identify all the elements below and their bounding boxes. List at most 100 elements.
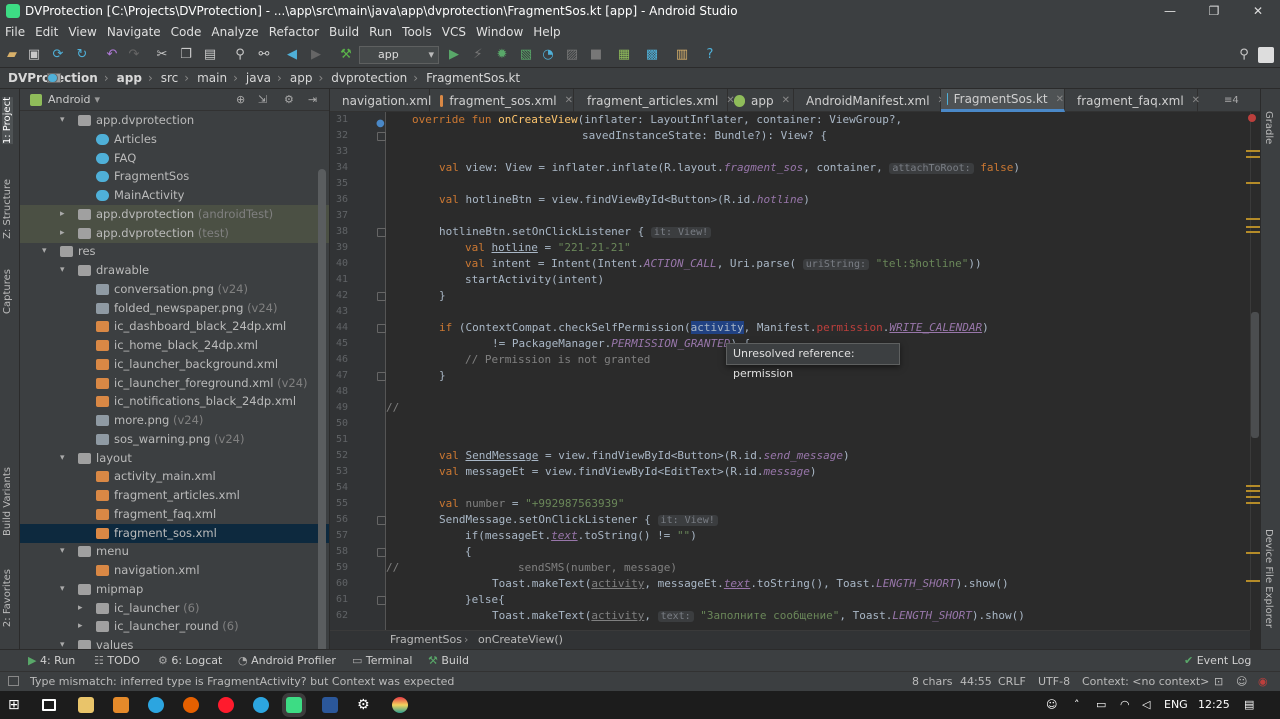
expanded-arrow-icon[interactable]: ▾ bbox=[60, 111, 70, 130]
warning-marker[interactable] bbox=[1246, 485, 1260, 487]
build-tool-tab[interactable]: ⚒ Build bbox=[428, 650, 469, 672]
menu-refactor[interactable]: Refactor bbox=[264, 25, 324, 39]
tray-chevron-icon[interactable]: ˄ bbox=[1074, 691, 1080, 719]
override-gutter-icon[interactable]: ● bbox=[376, 119, 385, 129]
paste-icon[interactable]: ▤ bbox=[202, 47, 218, 63]
tree-file-ic-launcher-foreground[interactable]: ic_launcher_foreground.xml (v24) bbox=[20, 374, 320, 393]
tab-android-manifest[interactable]: AndroidManifest.xml✕ bbox=[794, 89, 946, 112]
sdk-manager-icon[interactable]: ▩ bbox=[644, 47, 660, 63]
minimize-button[interactable]: — bbox=[1148, 0, 1192, 22]
line-number[interactable]: 37 bbox=[330, 210, 348, 221]
structure-tool-tab[interactable]: Z: Structure bbox=[2, 179, 13, 239]
line-number[interactable]: 59 bbox=[330, 562, 348, 573]
android-studio-task-icon[interactable] bbox=[286, 697, 302, 713]
line-number[interactable]: 48 bbox=[330, 386, 348, 397]
warning-marker[interactable] bbox=[1246, 580, 1260, 582]
line-number[interactable]: 36 bbox=[330, 194, 348, 205]
refresh-icon[interactable]: ↻ bbox=[74, 47, 90, 63]
warning-marker[interactable] bbox=[1246, 490, 1260, 492]
opera-icon[interactable] bbox=[218, 697, 234, 713]
expanded-arrow-icon[interactable]: ▾ bbox=[60, 580, 70, 599]
breadcrumb-file[interactable]: FragmentSos.kt bbox=[47, 71, 520, 85]
tree-package-test[interactable]: ▸ app.dvprotection (test) bbox=[20, 223, 329, 243]
line-number[interactable]: 38 bbox=[330, 226, 348, 237]
expanded-arrow-icon[interactable]: ▾ bbox=[60, 261, 70, 280]
line-number[interactable]: 33 bbox=[330, 146, 348, 157]
run-config-select[interactable]: app ▾ bbox=[359, 46, 439, 64]
settings-icon[interactable]: ⚙ bbox=[357, 697, 373, 713]
toggle-tool-windows-icon[interactable] bbox=[8, 676, 19, 686]
warning-marker[interactable] bbox=[1246, 156, 1260, 158]
expanded-arrow-icon[interactable]: ▾ bbox=[60, 542, 70, 561]
fold-marker-icon[interactable] bbox=[377, 228, 386, 237]
tab-navigation-xml[interactable]: navigation.xml bbox=[330, 89, 431, 112]
error-stripe[interactable] bbox=[1246, 112, 1260, 630]
keyboard-language[interactable]: ENG bbox=[1164, 691, 1188, 719]
breadcrumb-main[interactable]: main › bbox=[47, 71, 238, 85]
line-number[interactable]: 49 bbox=[330, 402, 348, 413]
tree-folder-res[interactable]: ▾ res bbox=[20, 242, 320, 261]
collapsed-arrow-icon[interactable]: ▸ bbox=[78, 599, 88, 618]
line-number[interactable]: 55 bbox=[330, 498, 348, 509]
collapse-all-icon[interactable]: ⇲ bbox=[258, 93, 267, 106]
back-icon[interactable]: ◀ bbox=[284, 47, 300, 63]
captures-tool-tab[interactable]: Captures bbox=[2, 269, 13, 314]
maximize-button[interactable]: ❐ bbox=[1192, 0, 1236, 22]
telegram-icon[interactable] bbox=[253, 697, 269, 713]
tab-overflow-button[interactable]: ≡4 bbox=[1218, 89, 1258, 112]
close-icon[interactable]: ✕ bbox=[565, 95, 573, 106]
line-number[interactable]: 40 bbox=[330, 258, 348, 269]
menu-run[interactable]: Run bbox=[364, 25, 397, 39]
app-icon[interactable] bbox=[392, 697, 408, 713]
menu-vcs[interactable]: VCS bbox=[437, 25, 471, 39]
tree-file-activity-main[interactable]: activity_main.xml bbox=[20, 467, 320, 486]
warning-marker[interactable] bbox=[1246, 552, 1260, 554]
warning-marker[interactable] bbox=[1246, 218, 1260, 220]
profile-icon[interactable]: ◔ bbox=[540, 47, 556, 63]
fold-marker-icon[interactable] bbox=[377, 548, 386, 557]
line-number[interactable]: 43 bbox=[330, 306, 348, 317]
menu-view[interactable]: View bbox=[63, 25, 101, 39]
tree-file-navigation[interactable]: navigation.xml bbox=[20, 561, 320, 580]
expanded-arrow-icon[interactable]: ▾ bbox=[42, 242, 52, 261]
replace-icon[interactable]: ⚯ bbox=[256, 47, 272, 63]
windows-start-icon[interactable]: ⊞ bbox=[8, 697, 24, 713]
line-number[interactable]: 60 bbox=[330, 578, 348, 589]
line-number[interactable]: 32 bbox=[330, 130, 348, 141]
search-everywhere-icon[interactable]: ⚲ bbox=[1236, 47, 1252, 63]
fold-marker-icon[interactable] bbox=[377, 132, 386, 141]
line-number[interactable]: 61 bbox=[330, 594, 348, 605]
breadcrumb-class[interactable]: FragmentSos bbox=[390, 631, 462, 649]
warning-marker[interactable] bbox=[1246, 231, 1260, 233]
context-selector[interactable]: Context: <no context> bbox=[1082, 672, 1209, 691]
line-number[interactable]: 42 bbox=[330, 290, 348, 301]
line-number[interactable]: 58 bbox=[330, 546, 348, 557]
sublime-icon[interactable] bbox=[113, 697, 129, 713]
help-icon[interactable]: ? bbox=[702, 47, 718, 63]
sync-icon[interactable]: ⟳ bbox=[50, 47, 66, 63]
undo-icon[interactable]: ↶ bbox=[104, 47, 120, 63]
error-indicator-icon[interactable] bbox=[1248, 114, 1256, 122]
tree-class-faq[interactable]: FAQ bbox=[20, 149, 320, 168]
firefox-icon[interactable] bbox=[183, 697, 199, 713]
run-tool-tab[interactable]: ▶ 4: Run bbox=[28, 650, 75, 672]
collapsed-arrow-icon[interactable]: ▸ bbox=[60, 205, 70, 224]
line-number[interactable]: 39 bbox=[330, 242, 348, 253]
project-structure-icon[interactable]: ▥ bbox=[674, 47, 690, 63]
tree-file-ic-dashboard[interactable]: ic_dashboard_black_24dp.xml bbox=[20, 317, 320, 336]
terminal-tool-tab[interactable]: ▭ Terminal bbox=[352, 650, 412, 672]
find-icon[interactable]: ⚲ bbox=[232, 47, 248, 63]
cut-icon[interactable]: ✂ bbox=[154, 47, 170, 63]
file-explorer-icon[interactable] bbox=[78, 697, 94, 713]
tree-folder-ic-launcher-round[interactable]: ▸ ic_launcher_round (6) bbox=[20, 617, 320, 636]
copy-icon[interactable]: ❐ bbox=[178, 47, 194, 63]
apply-changes-icon[interactable]: ⚡ bbox=[470, 47, 486, 63]
breadcrumb-package-app[interactable]: app › bbox=[47, 71, 323, 85]
coverage-icon[interactable]: ▨ bbox=[564, 47, 580, 63]
make-project-icon[interactable]: ⚒ bbox=[338, 47, 354, 63]
menu-help[interactable]: Help bbox=[528, 25, 565, 39]
line-number[interactable]: 52 bbox=[330, 450, 348, 461]
breadcrumb-module[interactable]: app › bbox=[47, 71, 153, 85]
line-number[interactable]: 51 bbox=[330, 434, 348, 445]
todo-tool-tab[interactable]: ☷ TODO bbox=[94, 650, 140, 672]
